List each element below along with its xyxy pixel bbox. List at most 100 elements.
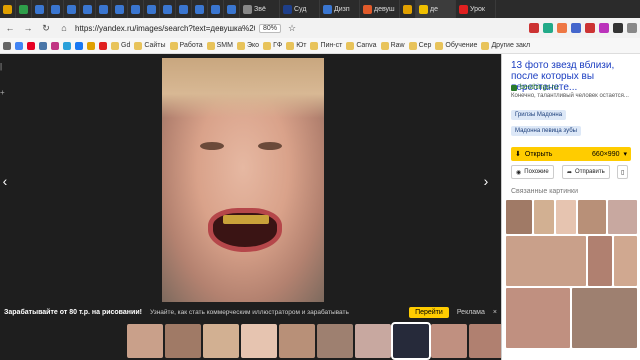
facebook-icon[interactable] bbox=[75, 41, 83, 50]
edge-icon[interactable]: | bbox=[0, 62, 6, 71]
related-image[interactable] bbox=[608, 200, 637, 234]
share-icon: ➦ bbox=[567, 169, 573, 176]
browser-tab[interactable] bbox=[96, 0, 112, 18]
bookmark-folder[interactable]: Другие закл bbox=[481, 41, 530, 50]
browser-tab[interactable] bbox=[32, 0, 48, 18]
zoom-level[interactable]: 80% bbox=[259, 23, 282, 33]
back-icon[interactable]: ← bbox=[3, 21, 17, 35]
google-icon[interactable] bbox=[15, 41, 23, 50]
thumbnail[interactable] bbox=[431, 324, 467, 358]
bookmark-label: Ют bbox=[296, 42, 307, 49]
related-image[interactable] bbox=[556, 200, 576, 234]
browser-tab[interactable] bbox=[176, 0, 192, 18]
bookmark-folder[interactable]: Сайты bbox=[134, 41, 166, 50]
bookmark-folder[interactable]: Сер bbox=[408, 41, 431, 50]
promo-go-button[interactable]: Перейти bbox=[409, 306, 449, 318]
browser-tab[interactable]: Звё bbox=[240, 0, 280, 18]
extension-icon[interactable] bbox=[585, 23, 595, 33]
home-icon[interactable]: ⌂ bbox=[57, 21, 71, 35]
browser-tab[interactable] bbox=[160, 0, 176, 18]
browser-tab[interactable] bbox=[128, 0, 144, 18]
browser-tab[interactable] bbox=[192, 0, 208, 18]
bookmark-folder[interactable]: Gd bbox=[111, 41, 130, 50]
reload-icon[interactable]: ↻ bbox=[39, 21, 53, 35]
extension-icon[interactable] bbox=[599, 23, 609, 33]
promo-close-icon[interactable]: × bbox=[493, 309, 497, 316]
prev-arrow-icon[interactable]: ‹ bbox=[0, 172, 14, 190]
open-button[interactable]: ⬇ Открыть 660×990 ▾ bbox=[511, 147, 631, 161]
extension-icon[interactable] bbox=[529, 23, 539, 33]
related-image[interactable] bbox=[506, 288, 570, 348]
tab-favicon-icon bbox=[51, 4, 60, 14]
tag-chip[interactable]: Мадонна певица зубы bbox=[511, 126, 581, 136]
browser-tab[interactable] bbox=[208, 0, 224, 18]
tab-favicon-icon bbox=[35, 4, 44, 14]
bookmark-folder[interactable]: Ют bbox=[286, 41, 307, 50]
thumbnail[interactable] bbox=[279, 324, 315, 358]
thumbnail[interactable] bbox=[241, 324, 277, 358]
thumbnail[interactable] bbox=[127, 324, 163, 358]
bookmark-folder[interactable]: Работа bbox=[169, 41, 203, 50]
thumbnail[interactable] bbox=[469, 324, 505, 358]
tab-favicon-icon bbox=[67, 4, 76, 14]
tag-chip[interactable]: Грилзы Мадонна bbox=[511, 110, 567, 120]
mail-icon[interactable] bbox=[87, 41, 95, 50]
tab-label: девуш bbox=[374, 5, 395, 13]
bookmark-folder[interactable]: Обучение bbox=[435, 41, 477, 50]
main-photo[interactable] bbox=[162, 58, 324, 302]
extension-icon[interactable] bbox=[543, 23, 553, 33]
share-button[interactable]: ➦ Отправить bbox=[562, 165, 610, 179]
thumbnail[interactable] bbox=[391, 322, 431, 360]
vk-icon[interactable] bbox=[39, 41, 47, 50]
bookmark-button[interactable]: ▯ bbox=[617, 165, 629, 179]
thumbnail[interactable] bbox=[203, 324, 239, 358]
related-image[interactable] bbox=[588, 236, 612, 286]
bookmark-folder[interactable]: Эко bbox=[236, 41, 259, 50]
browser-tab[interactable] bbox=[112, 0, 128, 18]
thumbnail[interactable] bbox=[317, 324, 353, 358]
next-arrow-icon[interactable]: › bbox=[477, 172, 495, 190]
browser-tab[interactable] bbox=[400, 0, 416, 18]
bookmark-star-icon[interactable]: ☆ bbox=[285, 21, 299, 35]
related-image[interactable] bbox=[614, 236, 637, 286]
bookmark-folder[interactable]: Raw bbox=[380, 41, 405, 50]
browser-tab[interactable] bbox=[16, 0, 32, 18]
similar-button[interactable]: ◉ Похожие bbox=[511, 165, 554, 179]
related-image[interactable] bbox=[506, 236, 586, 286]
extension-icon[interactable] bbox=[571, 23, 581, 33]
url-input[interactable]: https://yandex.ru/images/search?text=дев… bbox=[75, 24, 255, 33]
browser-tab[interactable]: Урок bbox=[456, 0, 496, 18]
browser-tab[interactable]: Дизп bbox=[320, 0, 360, 18]
related-image[interactable] bbox=[572, 288, 637, 348]
browser-tab[interactable] bbox=[224, 0, 240, 18]
apps-icon[interactable] bbox=[3, 41, 11, 50]
browser-tab[interactable] bbox=[144, 0, 160, 18]
browser-tab[interactable]: девуш bbox=[360, 0, 400, 18]
bookmark-folder[interactable]: SMM bbox=[206, 41, 233, 50]
instagram-icon[interactable] bbox=[51, 41, 59, 50]
edge-icon[interactable]: + bbox=[0, 88, 6, 97]
extension-icon[interactable] bbox=[613, 23, 623, 33]
hair bbox=[162, 58, 324, 118]
bookmark-folder[interactable]: ГФ bbox=[263, 41, 282, 50]
extension-icon[interactable] bbox=[557, 23, 567, 33]
browser-tab[interactable] bbox=[0, 0, 16, 18]
related-image[interactable] bbox=[578, 200, 606, 234]
thumbnail[interactable] bbox=[165, 324, 201, 358]
thumbnail[interactable] bbox=[355, 324, 391, 358]
telegram-icon[interactable] bbox=[63, 41, 71, 50]
browser-tab[interactable]: Суд bbox=[280, 0, 320, 18]
bookmark-folder[interactable]: Canva bbox=[346, 41, 377, 50]
related-image[interactable] bbox=[534, 200, 554, 234]
pinterest-icon[interactable] bbox=[27, 41, 35, 50]
related-image[interactable] bbox=[506, 200, 532, 234]
browser-tab[interactable] bbox=[80, 0, 96, 18]
forward-icon[interactable]: → bbox=[21, 21, 35, 35]
browser-tab[interactable] bbox=[48, 0, 64, 18]
youtube-icon[interactable] bbox=[99, 41, 107, 50]
bookmark-folder[interactable]: Пин-ст bbox=[310, 41, 342, 50]
result-source[interactable]: besthings.ru bbox=[511, 84, 558, 91]
menu-icon[interactable] bbox=[627, 23, 637, 33]
browser-tab[interactable] bbox=[64, 0, 80, 18]
browser-tab[interactable]: де bbox=[416, 0, 456, 18]
